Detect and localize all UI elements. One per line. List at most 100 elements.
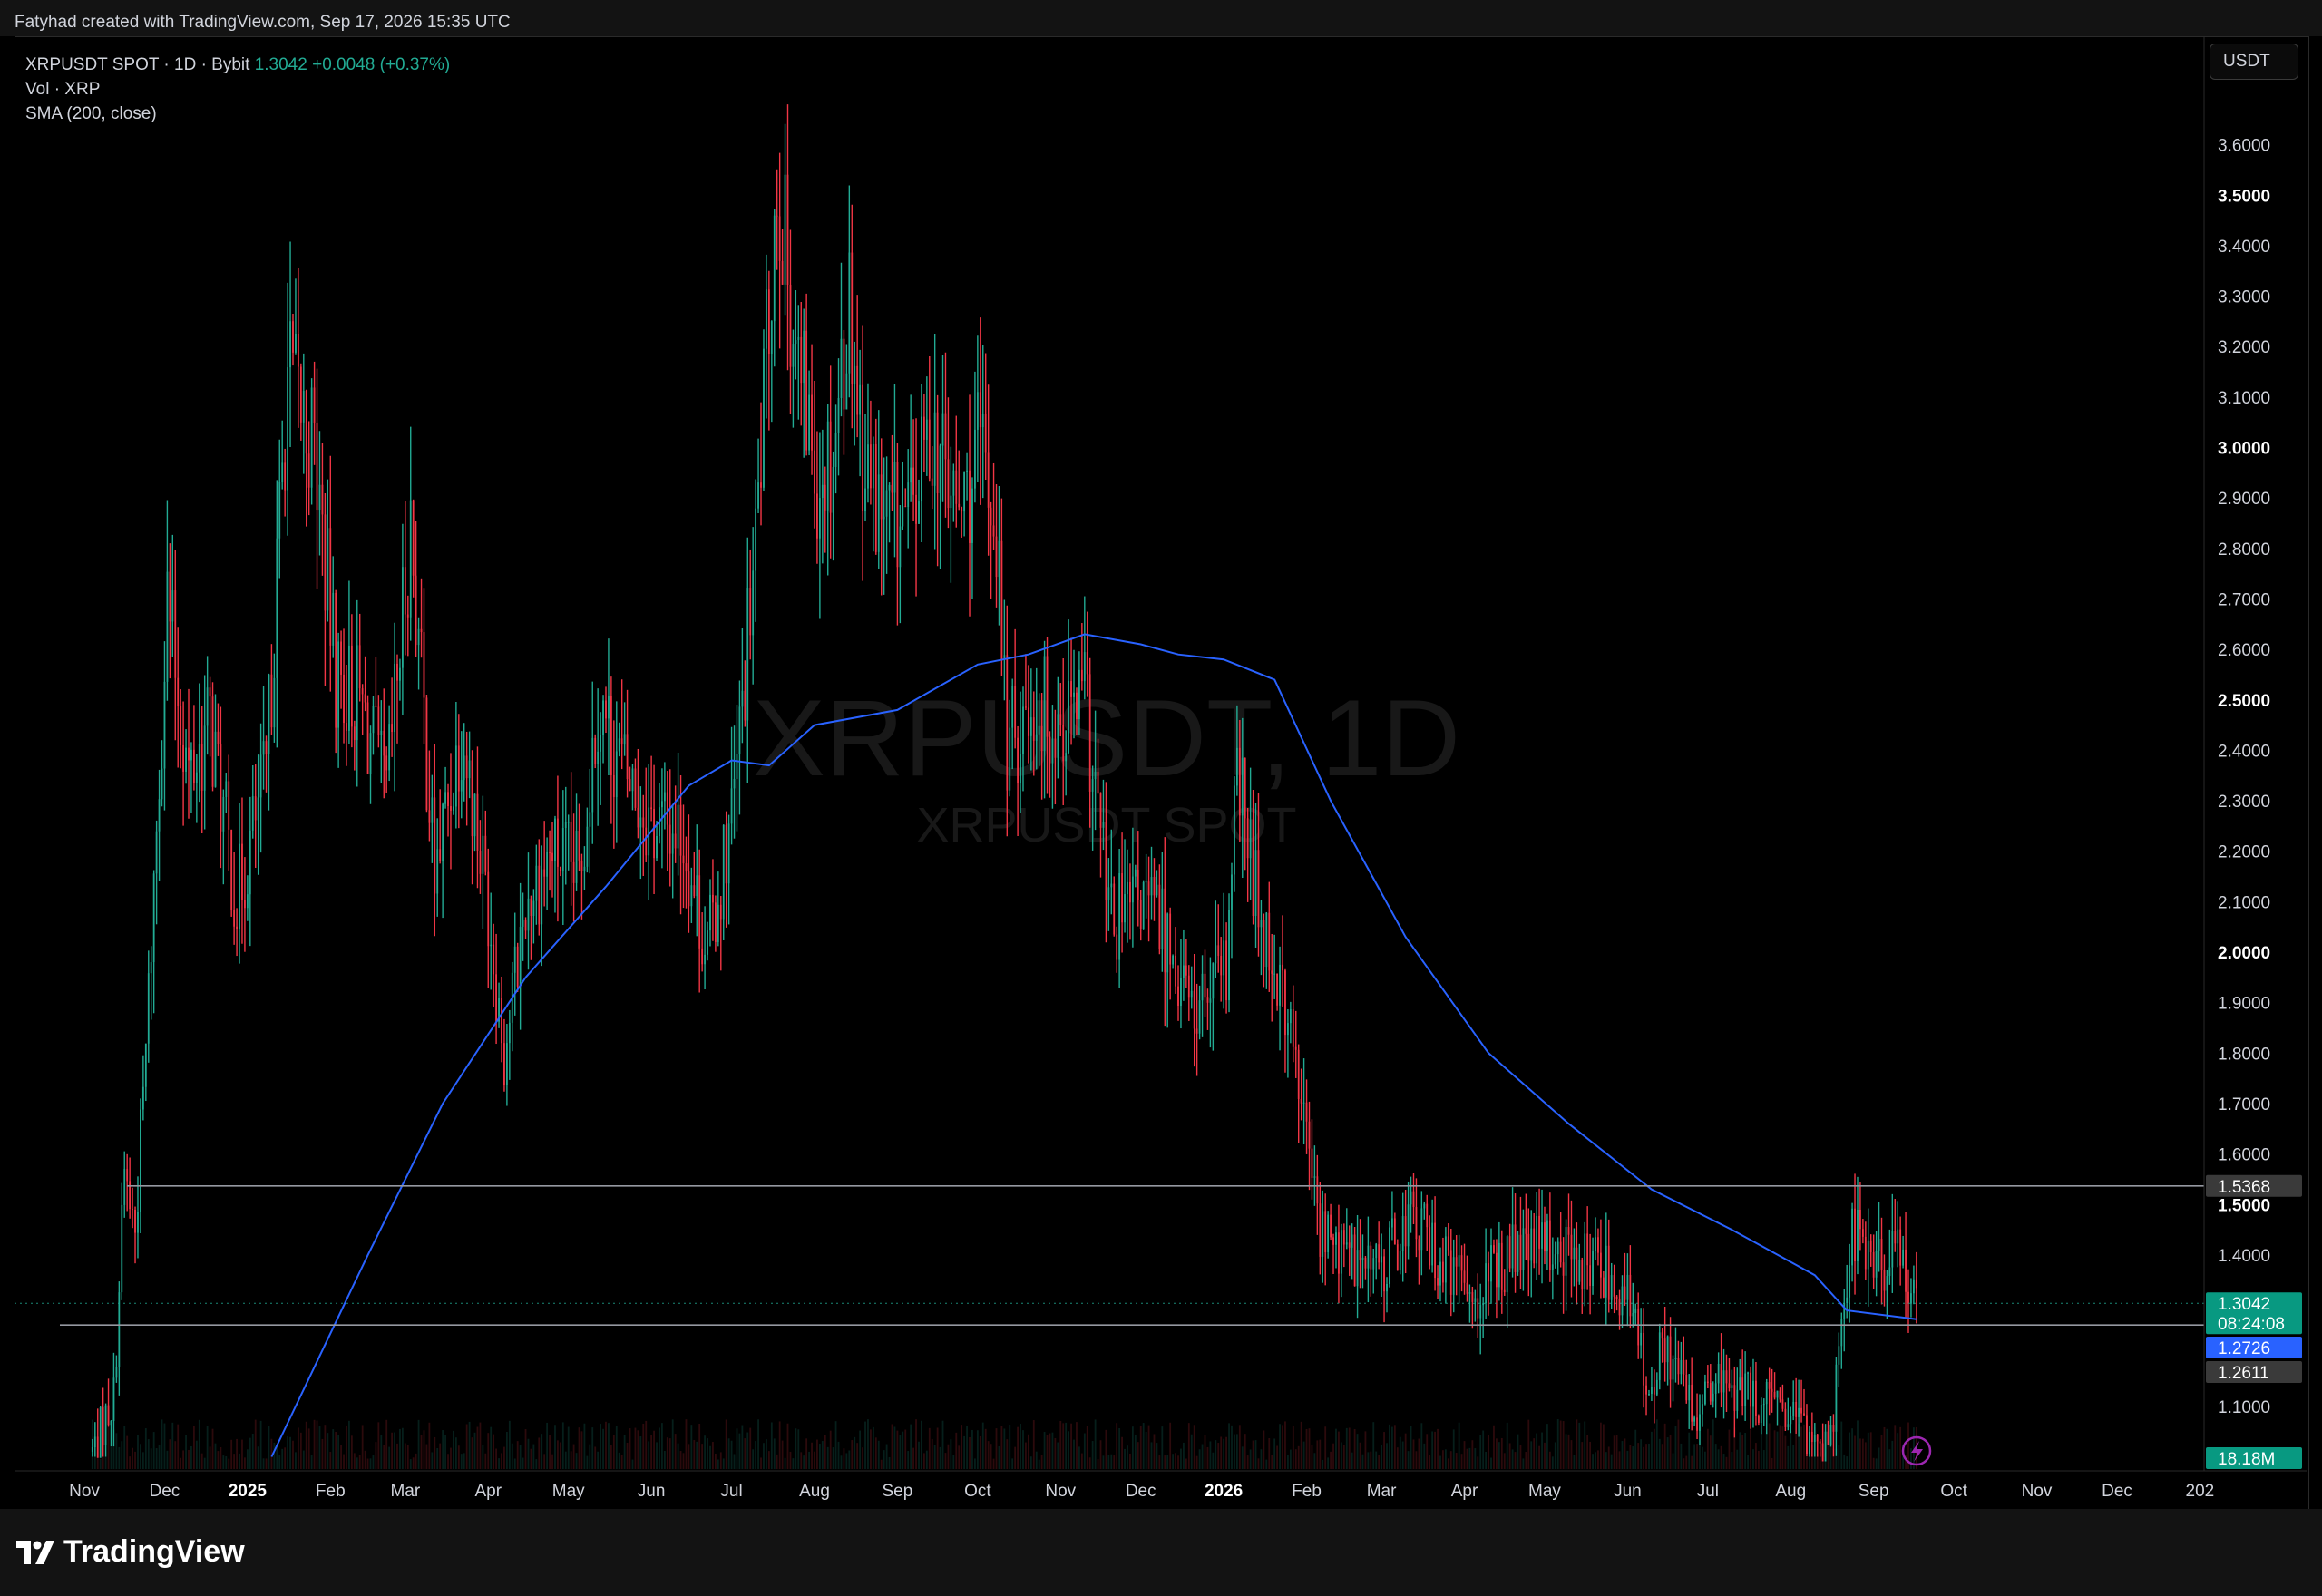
- candle-body: [952, 470, 955, 496]
- volume-bar: [295, 1452, 297, 1469]
- volume-bar: [1110, 1454, 1113, 1469]
- candle-body: [1252, 819, 1254, 917]
- legend-volume[interactable]: Vol · XRP: [25, 77, 450, 102]
- legend-symbol-row[interactable]: XRPUSDT SPOT · 1D · Bybit 1.3042 +0.0048…: [25, 53, 450, 77]
- volume-bar: [578, 1427, 580, 1469]
- candle-body: [971, 488, 973, 543]
- volume-bar: [321, 1438, 324, 1469]
- footer-bar: [0, 1509, 2322, 1596]
- volume-bar: [115, 1433, 118, 1469]
- volume-bar: [1765, 1432, 1768, 1469]
- volume-bar: [1399, 1436, 1401, 1469]
- candle-body: [1038, 725, 1040, 735]
- y-tick-label: 3.0000: [2218, 440, 2270, 459]
- volume-bar: [1234, 1434, 1235, 1469]
- volume-bar: [1265, 1459, 1268, 1469]
- candle-body: [693, 885, 696, 897]
- candle-body: [1372, 1258, 1375, 1270]
- volume-bar: [364, 1450, 366, 1469]
- candle-body: [1861, 1229, 1864, 1237]
- candle-body: [741, 690, 744, 707]
- candle-body: [752, 570, 755, 636]
- candle-body: [1699, 1414, 1701, 1431]
- volume-bar: [174, 1441, 177, 1469]
- candle-body: [185, 747, 187, 772]
- candle-body: [549, 852, 551, 853]
- volume-bar: [1059, 1420, 1062, 1469]
- volume-bar: [931, 1438, 933, 1469]
- candle-body: [1913, 1279, 1915, 1294]
- volume-bar: [704, 1435, 706, 1469]
- candle-body: [561, 827, 564, 871]
- volume-bar: [1011, 1458, 1014, 1469]
- candle-body: [364, 694, 366, 703]
- volume-bar: [1449, 1451, 1452, 1469]
- brand-name: TradingView: [63, 1534, 245, 1569]
- candle-body: [808, 394, 810, 451]
- currency-button[interactable]: USDT: [2210, 44, 2298, 80]
- volume-bar: [473, 1432, 476, 1469]
- candle-body: [388, 724, 391, 771]
- candle-body: [610, 696, 612, 775]
- candle-body: [530, 898, 532, 917]
- volume-bar: [1375, 1451, 1378, 1469]
- candle-body: [896, 462, 899, 568]
- candle-body: [634, 768, 637, 808]
- candle-body: [1597, 1237, 1599, 1253]
- chart-canvas[interactable]: XRPUSDT, 1D XRPUSDT SPOT 1.10001.40001.5…: [0, 0, 2322, 1596]
- y-tick-label: 1.1000: [2218, 1398, 2270, 1417]
- tradingview-logo[interactable]: TradingView: [16, 1534, 245, 1570]
- volume-bar: [1645, 1444, 1647, 1469]
- legend-sma[interactable]: SMA (200, close): [25, 102, 450, 126]
- volume-bar: [671, 1419, 674, 1469]
- volume-bar: [1541, 1432, 1543, 1469]
- candle-body: [1626, 1274, 1629, 1300]
- x-tick-label: Aug: [799, 1482, 830, 1501]
- volume-bar: [597, 1451, 600, 1469]
- candle-body: [348, 645, 350, 731]
- candle-body: [755, 508, 757, 571]
- candle-body: [575, 831, 578, 883]
- volume-bar: [1313, 1453, 1316, 1469]
- candle-body: [770, 321, 773, 355]
- candle-body: [1632, 1312, 1634, 1317]
- volume-bar: [236, 1438, 238, 1469]
- candle-body: [918, 501, 920, 524]
- volume-bar: [530, 1448, 532, 1469]
- volume-bar: [412, 1457, 415, 1469]
- candle-body: [1720, 1363, 1722, 1393]
- candle-body: [1054, 738, 1057, 758]
- volume-bar: [1319, 1439, 1322, 1469]
- candle-body: [107, 1405, 110, 1426]
- volume-bar: [233, 1454, 236, 1469]
- candle-body: [795, 339, 797, 345]
- candle-body: [1696, 1417, 1698, 1431]
- volume-bar: [1586, 1435, 1589, 1469]
- candle-body: [800, 336, 803, 384]
- candle-body: [1565, 1227, 1567, 1276]
- volume-bar: [1091, 1441, 1094, 1469]
- volume-bar: [246, 1449, 249, 1469]
- x-tick-label: 2026: [1205, 1482, 1243, 1501]
- volume-bar: [1201, 1444, 1204, 1469]
- time-axis[interactable]: Nov Dec 2025 Feb Mar Apr May Jun Jul Aug Sep Oct Nov…: [15, 1470, 2307, 1501]
- volume-bar: [1300, 1421, 1302, 1469]
- volume-bar: [679, 1451, 682, 1469]
- candle-body: [589, 812, 591, 827]
- candle-body: [454, 745, 457, 807]
- candle-body: [1562, 1262, 1565, 1276]
- volume-bar: [1099, 1440, 1102, 1469]
- volume-bar: [259, 1420, 262, 1469]
- price-axis[interactable]: 1.1000 1.4000 1.5000 1.6000 1.7000 1.8000 1.90…: [2203, 36, 2270, 1471]
- candle-body: [915, 494, 917, 524]
- candle-body: [1661, 1332, 1663, 1339]
- volume-bar: [1187, 1423, 1190, 1469]
- volume-bar: [1663, 1423, 1666, 1469]
- volume-bar: [284, 1447, 287, 1469]
- volume-bar: [1744, 1433, 1747, 1469]
- candle-body: [457, 745, 460, 792]
- candle-body: [436, 849, 439, 894]
- candle-body: [1305, 1102, 1308, 1122]
- candle-body: [736, 754, 738, 779]
- candle-body: [428, 810, 431, 823]
